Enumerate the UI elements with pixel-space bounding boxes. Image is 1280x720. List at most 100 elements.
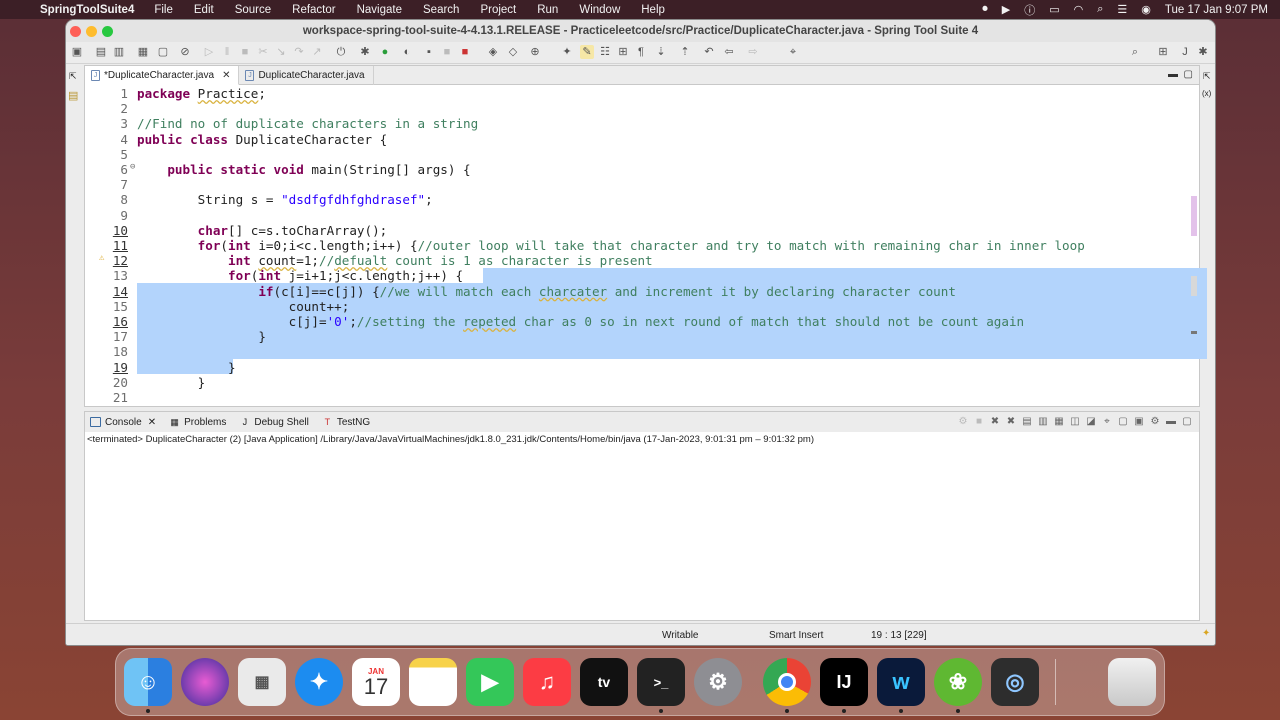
suspend-icon[interactable]: ‖ xyxy=(220,45,234,59)
control-center-icon[interactable]: ☰ xyxy=(1117,3,1127,16)
variables-view-icon[interactable]: (x) xyxy=(1202,89,1211,98)
console-settings-icon[interactable]: ⚙ xyxy=(1149,416,1161,428)
remove-launch-icon[interactable]: ✖ xyxy=(989,416,1001,428)
open-perspective-icon[interactable]: ⊞ xyxy=(1156,45,1170,59)
resume-icon[interactable]: ▷ xyxy=(202,45,216,59)
save-all-icon[interactable]: ▥ xyxy=(112,45,126,59)
restore-right-icon[interactable]: ⇱ xyxy=(1203,71,1211,82)
close-tab-icon[interactable]: ✕ xyxy=(222,70,230,81)
boot-dashboard-icon[interactable]: ■ xyxy=(458,45,472,59)
menubar-clock[interactable]: Tue 17 Jan 9:07 PM xyxy=(1165,4,1268,16)
scroll-thumb[interactable] xyxy=(1191,276,1197,296)
toggle-breadcrumb-icon[interactable]: ☷ xyxy=(598,45,612,59)
close-window-button[interactable] xyxy=(70,26,81,37)
launchpad-icon[interactable]: ▦ xyxy=(238,658,286,706)
java-perspective-icon[interactable]: J xyxy=(1178,45,1192,59)
search-icon[interactable]: ⌕ xyxy=(1128,45,1142,59)
trash-icon[interactable] xyxy=(1108,658,1156,706)
open-type-icon[interactable]: ✦ xyxy=(560,45,574,59)
battery-icon[interactable]: ▭ xyxy=(1049,3,1059,16)
last-edit-icon[interactable]: ↶ xyxy=(702,45,716,59)
siri-menubar-icon[interactable]: ◉ xyxy=(1141,3,1151,16)
overview-marker[interactable] xyxy=(1191,331,1197,334)
tab-console[interactable]: Console ✕ xyxy=(90,417,156,428)
menu-help[interactable]: Help xyxy=(641,4,665,16)
remove-all-icon[interactable]: ✖ xyxy=(1005,416,1017,428)
tab-problems[interactable]: ▦ Problems xyxy=(169,417,226,428)
help-icon[interactable]: ⓘ xyxy=(1024,2,1035,18)
menu-refactor[interactable]: Refactor xyxy=(292,4,335,16)
skip-breakpoints-icon[interactable]: ⊘ xyxy=(178,45,192,59)
run-icon[interactable]: ● xyxy=(378,45,392,59)
menu-edit[interactable]: Edit xyxy=(194,4,214,16)
show-stderr-icon[interactable]: ◪ xyxy=(1085,416,1097,428)
scroll-thumb[interactable] xyxy=(1191,196,1197,236)
fold-icon[interactable]: ⊖ xyxy=(130,162,135,172)
step-into-icon[interactable]: ↘ xyxy=(274,45,288,59)
new-class-icon[interactable]: ⊕ xyxy=(528,45,542,59)
editor-overview-ruler[interactable] xyxy=(1191,106,1197,426)
new-package-icon[interactable]: ◇ xyxy=(506,45,520,59)
new-icon[interactable]: ▣ xyxy=(70,45,84,59)
show-whitespace-icon[interactable]: ¶ xyxy=(634,45,648,59)
minimize-maximize-icons[interactable]: ▬ ▢ xyxy=(1168,69,1193,80)
chrome-icon[interactable] xyxy=(763,658,811,706)
maximize-icon[interactable]: ▢ xyxy=(1181,416,1193,428)
terminal-icon[interactable]: >_ xyxy=(637,658,685,706)
stop-icon[interactable]: ■ xyxy=(973,416,985,428)
wifi-icon[interactable]: ◠ xyxy=(1074,3,1084,16)
minimize-icon[interactable]: ▬ xyxy=(1165,416,1177,428)
safari-icon[interactable]: ✦ xyxy=(295,658,343,706)
stop-icon[interactable]: ■ xyxy=(440,45,454,59)
system-settings-icon[interactable]: ⚙ xyxy=(694,658,742,706)
tab-debug-shell[interactable]: J Debug Shell xyxy=(239,417,309,428)
close-tab-icon[interactable]: ✕ xyxy=(148,417,156,428)
facetime-icon[interactable]: ▶ xyxy=(466,658,514,706)
terminate-icon[interactable]: ⚙ xyxy=(957,416,969,428)
calendar-icon[interactable]: JAN 17 xyxy=(352,658,400,706)
tv-icon[interactable]: tv xyxy=(580,658,628,706)
new-java-project-icon[interactable]: ◈ xyxy=(486,45,500,59)
forward-icon[interactable]: ⇨ xyxy=(746,45,760,59)
pin-editor-icon[interactable]: ⌖ xyxy=(786,45,800,59)
zoom-window-button[interactable] xyxy=(102,26,113,37)
menu-source[interactable]: Source xyxy=(235,4,271,16)
external-tools-icon[interactable]: ▪ xyxy=(422,45,436,59)
spring-tool-suite-icon[interactable]: ❀ xyxy=(934,658,982,706)
copy-icon[interactable]: ▤ xyxy=(1021,416,1033,428)
scroll-lock-icon[interactable]: ▥ xyxy=(1037,416,1049,428)
back-icon[interactable]: ⇦ xyxy=(722,45,736,59)
previous-annotation-icon[interactable]: ⇡ xyxy=(678,45,692,59)
spotlight-icon[interactable]: ⌕ xyxy=(1097,3,1103,16)
coverage-icon[interactable]: ◐ xyxy=(400,45,414,59)
siri-icon[interactable] xyxy=(181,658,229,706)
menu-file[interactable]: File xyxy=(154,4,173,16)
intellij-icon[interactable]: IJ xyxy=(820,658,868,706)
debug-perspective-icon[interactable]: ✱ xyxy=(1196,45,1210,59)
webex-icon[interactable]: w xyxy=(877,658,925,706)
finder-icon[interactable]: ☺ xyxy=(124,658,172,706)
music-icon[interactable]: ♫ xyxy=(523,658,571,706)
preview-icon[interactable]: ◎ xyxy=(991,658,1039,706)
block-selection-icon[interactable]: ⊞ xyxy=(616,45,630,59)
step-over-icon[interactable]: ↷ xyxy=(292,45,306,59)
open-console-icon[interactable]: ▣ xyxy=(1133,416,1145,428)
terminal-toolbar-icon[interactable]: ▢ xyxy=(156,45,170,59)
minimize-window-button[interactable] xyxy=(86,26,97,37)
notes-icon[interactable] xyxy=(409,658,457,706)
toggle-mark-occurrences-icon[interactable]: ✎ xyxy=(580,45,594,59)
restore-icon[interactable]: ⇱ xyxy=(69,71,77,82)
play-icon[interactable]: ▶ xyxy=(1002,3,1010,16)
debug-icon[interactable]: ✱ xyxy=(358,45,372,59)
disconnect-icon[interactable]: ✂ xyxy=(256,45,270,59)
terminate-icon[interactable]: ■ xyxy=(238,45,252,59)
menu-window[interactable]: Window xyxy=(579,4,620,16)
menu-run[interactable]: Run xyxy=(537,4,558,16)
save-icon[interactable]: ▤ xyxy=(94,45,108,59)
step-return-icon[interactable]: ↗ xyxy=(310,45,324,59)
code-area[interactable]: 1 package Practice; 2 3 //Find no of dupli… xyxy=(85,86,1207,406)
tip-icon[interactable]: ✦ xyxy=(1202,628,1210,639)
editor-tab-dirty[interactable]: J *DuplicateCharacter.java ✕ xyxy=(85,66,240,85)
menubar-app-name[interactable]: SpringToolSuite4 xyxy=(40,4,134,16)
tab-testng[interactable]: T TestNG xyxy=(322,417,371,428)
